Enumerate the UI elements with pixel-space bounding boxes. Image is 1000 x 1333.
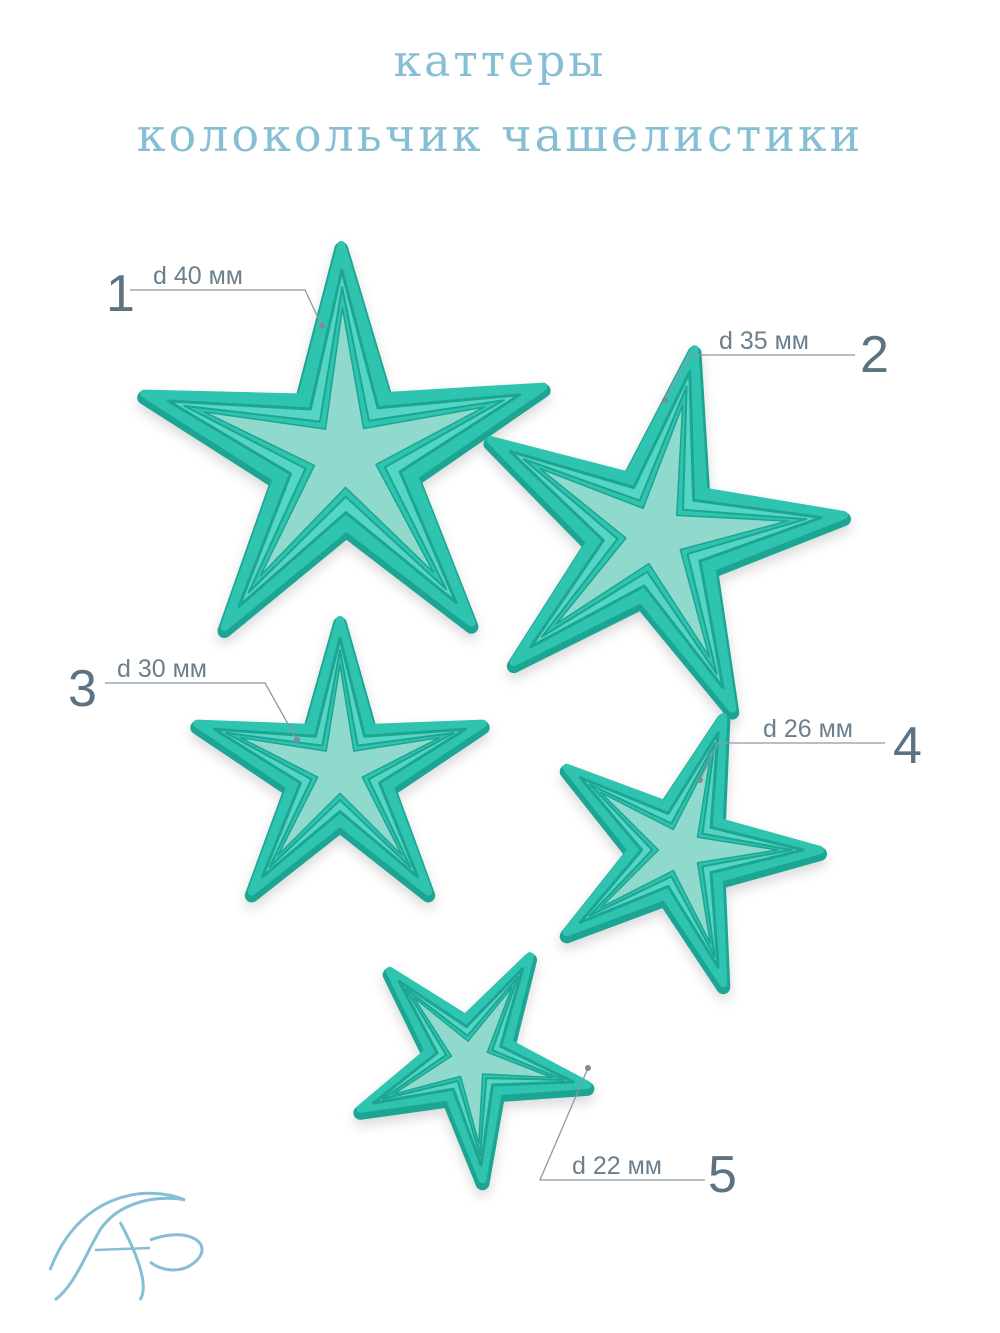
cutter-number-3: 3: [68, 660, 97, 718]
leader-dot-1: [319, 323, 325, 329]
cutter-number-2: 2: [860, 326, 889, 384]
leader-dot-4: [697, 777, 703, 783]
leader-dot-3: [294, 737, 300, 743]
cutter-number-1: 1: [106, 265, 135, 323]
cutter-size-label-3: d 30 мм: [117, 655, 207, 683]
leader-dot-2: [662, 397, 668, 403]
leader-line-1: [130, 289, 323, 327]
star-cutter-2: [483, 345, 851, 720]
cutter-number-4: 4: [893, 717, 922, 775]
cutter-size-label-1: d 40 мм: [153, 262, 243, 290]
cutter-number-5: 5: [708, 1146, 737, 1204]
product-illustration: 1 2 3 4 5 d 40 мм d 35 мм d 30 мм d 26 м…: [48, 241, 922, 1302]
cutter-size-label-5: d 22 мм: [572, 1152, 662, 1180]
brand-logo: [48, 1191, 204, 1302]
cutter-size-label-2: d 35 мм: [719, 327, 809, 355]
cutter-size-label-4: d 26 мм: [763, 715, 853, 743]
star-cutter-3: [190, 616, 490, 903]
star-cutter-4: [559, 712, 827, 995]
leader-dot-5: [585, 1065, 591, 1071]
star-cutter-1: [137, 241, 551, 638]
